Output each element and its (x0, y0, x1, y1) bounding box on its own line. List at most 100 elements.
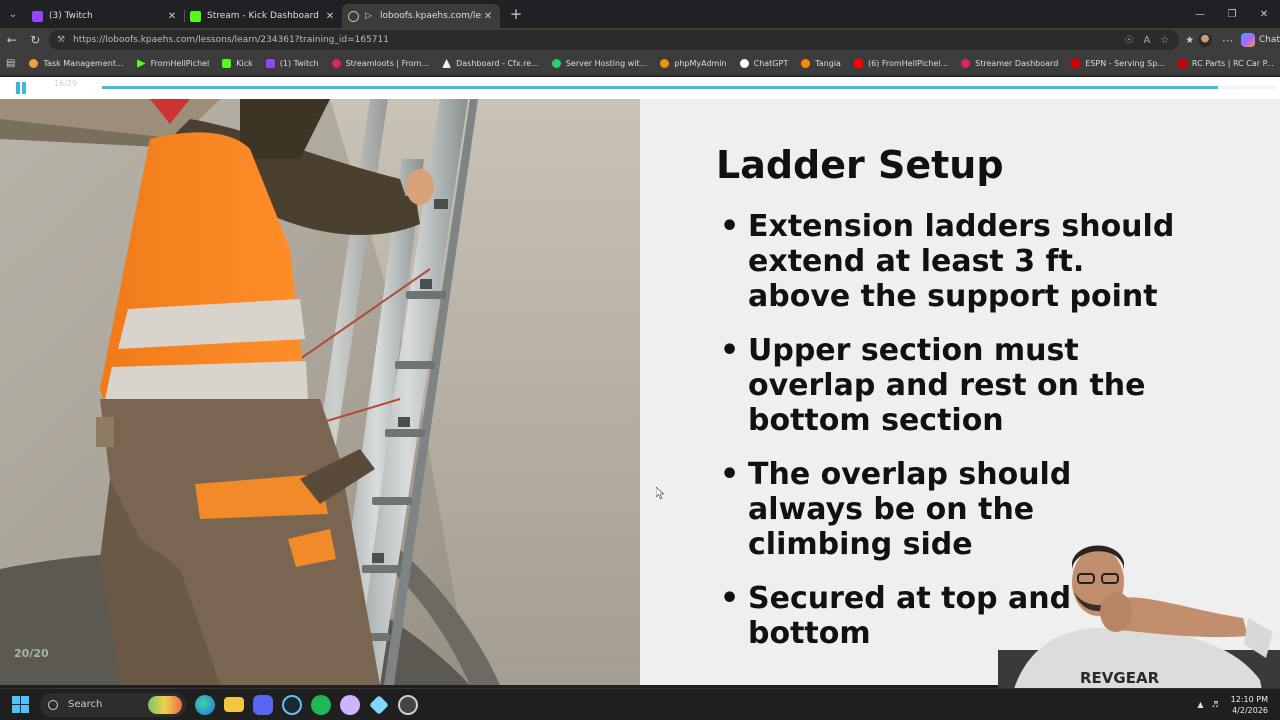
tab-title: loboofs.kpaehs.com/lessons/l (380, 11, 482, 21)
collections-icon[interactable]: ★ (1185, 35, 1194, 46)
favorite-star-icon[interactable]: ☆ (1160, 35, 1169, 46)
system-tray: ▲ ♬ 12:10 PM 4/2/2026 (1197, 694, 1280, 716)
tab-title: (3) Twitch (49, 11, 93, 21)
address-bar[interactable]: ⚒ https://loboofs.kpaehs.com/lessons/lea… (49, 30, 1180, 50)
bookmark-item[interactable]: Tangia (801, 59, 841, 68)
close-icon[interactable]: ✕ (324, 11, 336, 22)
close-icon[interactable]: ✕ (482, 11, 494, 22)
steam-icon[interactable] (282, 694, 302, 715)
kick-icon (190, 10, 201, 22)
ladder-worker-image (0, 99, 640, 685)
bookmark-favicon-icon (660, 59, 670, 68)
discord-icon[interactable] (253, 694, 273, 715)
bookmark-favicon-icon (265, 59, 275, 68)
bookmark-favicon-icon (222, 59, 232, 68)
chat-label: Chat (1258, 35, 1280, 45)
mouse-cursor-icon (656, 487, 664, 499)
lesson-progress-header: 16/29 (0, 77, 1280, 99)
window-controls: — ❐ ✕ (1184, 0, 1280, 28)
new-tab-plus-icon[interactable]: + (504, 2, 528, 26)
bookmark-item[interactable]: (1) Twitch (265, 59, 319, 68)
bookmark-item[interactable]: Streamer Dashboard (961, 59, 1058, 68)
bookmark-item[interactable]: (6) FromHellPichel... (853, 59, 949, 68)
tab-kick-dashboard[interactable]: Stream - Kick Dashboard ✕ (184, 4, 342, 28)
minimize-icon[interactable]: — (1184, 0, 1216, 28)
bookmark-label: ChatGPT (753, 59, 789, 68)
clock-time: 12:10 PM (1230, 694, 1268, 704)
bullet-item: Extension ladders should extend at least… (716, 209, 1186, 314)
bookmark-favicon-icon (442, 59, 452, 68)
omnibox-actions: ☉ A ☆ (1124, 35, 1179, 46)
edge-browser-icon[interactable] (195, 694, 215, 715)
browser-tab-strip: ⌄ (3) Twitch ✕ Stream - Kick Dashboard ✕… (0, 0, 1280, 28)
bookmark-favicon-icon (801, 59, 811, 68)
bookmark-item[interactable]: Streamloots | From... (331, 59, 430, 68)
bookmark-label: phpMyAdmin (674, 59, 727, 68)
taskbar-search[interactable]: Search (40, 692, 186, 717)
bookmark-item[interactable]: Task Management... (29, 59, 124, 68)
tab-actions-chevron-icon[interactable]: ⌄ (0, 0, 26, 28)
more-options-icon[interactable]: ⋯ (1222, 34, 1233, 47)
slide-photo (0, 99, 640, 685)
progress-track[interactable] (102, 86, 1277, 89)
volume-icon[interactable]: ♬ (1212, 700, 1219, 709)
bookmark-label: (6) FromHellPichel... (867, 59, 949, 68)
bookmark-label: Task Management... (43, 59, 124, 68)
read-aloud-icon[interactable]: A (1143, 35, 1150, 46)
search-icon (48, 699, 58, 710)
clock[interactable]: 12:10 PM 4/2/2026 (1231, 694, 1268, 716)
windows-start-icon[interactable] (12, 695, 30, 714)
bookmark-item[interactable]: Kick (222, 59, 253, 68)
copilot-icon (1240, 33, 1255, 47)
bookmark-favicon-icon (1071, 59, 1081, 68)
bookmark-favicon-icon (29, 59, 39, 68)
bookmark-label: ESPN - Serving Sp... (1085, 59, 1165, 68)
site-info-icon[interactable]: ⚒ (57, 35, 69, 45)
bookmark-item[interactable]: FromHellPichel (136, 59, 210, 68)
speaker-icon[interactable]: ▷ (365, 11, 374, 22)
slide-title: Ladder Setup (716, 143, 1004, 187)
address-bar-row: ← ↻ ⚒ https://loboofs.kpaehs.com/lessons… (0, 28, 1280, 52)
bookmark-item[interactable]: ChatGPT (739, 59, 789, 68)
sidebar-toggle-icon[interactable]: ▤ (6, 58, 15, 69)
slide-counter: 16/29 (54, 79, 78, 88)
bookmark-item[interactable]: phpMyAdmin (660, 59, 727, 68)
spotify-icon[interactable] (311, 694, 331, 715)
bookmark-item[interactable]: Server Hosting wit... (551, 59, 647, 68)
network-icon[interactable]: ▲ (1197, 700, 1203, 709)
clock-date: 4/2/2026 (1232, 705, 1268, 715)
refresh-icon[interactable]: ↻ (24, 28, 48, 52)
progress-fill (102, 86, 1219, 89)
bookmark-label: Streamloots | From... (345, 59, 430, 68)
bookmark-label: (1) Twitch (279, 59, 319, 68)
bullet-item: Upper section must overlap and rest on t… (716, 333, 1186, 438)
close-icon[interactable]: ✕ (166, 11, 178, 22)
bookmark-item[interactable]: ESPN - Serving Sp... (1071, 59, 1165, 68)
bookmark-item[interactable]: Dashboard - Cfx.re... (442, 59, 539, 68)
close-window-icon[interactable]: ✕ (1248, 0, 1280, 28)
shirt-logo-text: REVGEAR (1080, 669, 1160, 687)
url-text[interactable]: https://loboofs.kpaehs.com/lessons/learn… (73, 35, 1124, 45)
bookmark-favicon-icon (853, 59, 863, 68)
bookmark-item[interactable]: RC Parts | RC Car P... (1177, 59, 1274, 68)
profile-avatar[interactable] (1198, 33, 1212, 47)
globe-icon (348, 10, 359, 22)
pause-icon[interactable] (15, 82, 28, 94)
twitch-icon (32, 10, 43, 22)
notification-app-icon[interactable] (398, 694, 418, 715)
restore-icon[interactable]: ❐ (1216, 0, 1248, 28)
tracking-prevention-icon[interactable]: ☉ (1124, 35, 1133, 46)
tab-twitch[interactable]: (3) Twitch ✕ (26, 4, 185, 28)
copilot-chat-button[interactable]: Chat (1240, 33, 1280, 47)
file-explorer-icon[interactable] (224, 697, 244, 712)
app-diamond-icon[interactable] (369, 694, 389, 715)
page-badge: 20/20 (14, 647, 49, 660)
bookmark-favicon-icon (551, 59, 561, 68)
bookmark-label: FromHellPichel (150, 59, 210, 68)
tab-lesson[interactable]: ▷ loboofs.kpaehs.com/lessons/l ✕ (342, 4, 500, 28)
obs-icon[interactable] (340, 694, 360, 715)
tab-title: Stream - Kick Dashboard (207, 11, 319, 21)
back-arrow-icon[interactable]: ← (0, 28, 24, 52)
bookmark-favicon-icon (136, 59, 146, 68)
bookmarks-bar: ▤ Task Management... FromHellPichel Kick… (0, 52, 1280, 76)
